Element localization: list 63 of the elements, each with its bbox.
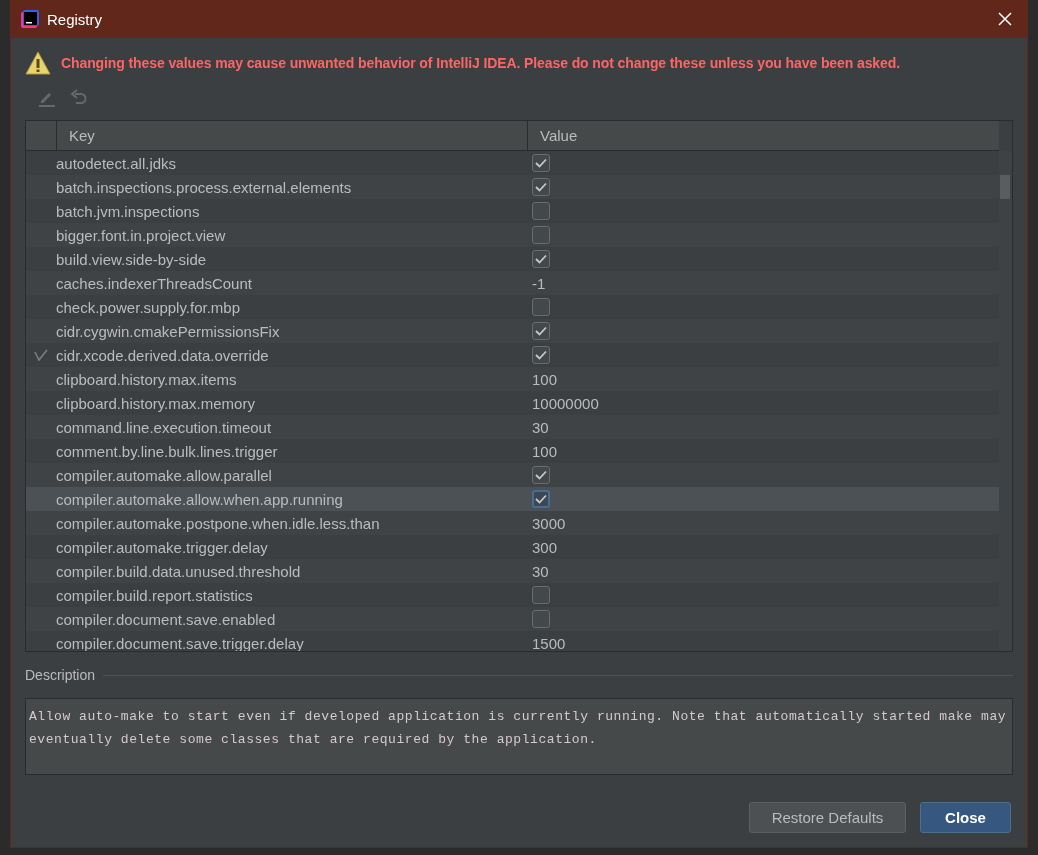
value-checkbox[interactable] bbox=[532, 346, 550, 364]
value-checkbox[interactable] bbox=[532, 586, 550, 604]
window-title: Registry bbox=[47, 10, 103, 28]
key-cell: compiler.automake.postpone.when.idle.less.than bbox=[56, 514, 380, 532]
table-row[interactable]: compiler.automake.allow.when.app.running bbox=[26, 487, 999, 511]
key-cell: clipboard.history.max.memory bbox=[56, 394, 255, 412]
key-cell: bigger.font.in.project.view bbox=[56, 226, 226, 244]
value-cell: 100 bbox=[532, 370, 558, 388]
key-cell: compiler.automake.allow.parallel bbox=[56, 466, 272, 484]
table-row[interactable]: bigger.font.in.project.view bbox=[26, 223, 999, 247]
table-row[interactable]: compiler.document.save.enabled bbox=[26, 607, 999, 631]
warning-message: Changing these values may cause unwanted behavior of IntelliJ IDEA. Please do not change these unless you have been asked. bbox=[61, 55, 900, 71]
value-cell: 1500 bbox=[532, 634, 566, 651]
key-cell: batch.jvm.inspections bbox=[56, 202, 200, 220]
table-row[interactable]: caches.indexerThreadsCount -1 bbox=[26, 271, 999, 295]
warning-icon bbox=[25, 51, 51, 75]
value-checkbox[interactable] bbox=[532, 610, 550, 628]
value-cell: 300 bbox=[532, 538, 558, 556]
value-checkbox[interactable] bbox=[532, 226, 550, 244]
value-checkbox[interactable] bbox=[532, 250, 550, 268]
key-cell: compiler.document.save.trigger.delay bbox=[56, 634, 304, 651]
table-row[interactable]: cidr.cygwin.cmakePermissionsFix bbox=[26, 319, 999, 343]
key-cell: build.view.side-by-side bbox=[56, 250, 207, 268]
key-cell: cidr.cygwin.cmakePermissionsFix bbox=[56, 322, 280, 340]
key-cell: command.line.execution.timeout bbox=[56, 418, 272, 436]
value-cell: -1 bbox=[532, 274, 546, 292]
value-checkbox[interactable] bbox=[532, 298, 550, 316]
key-cell: autodetect.all.jdks bbox=[56, 154, 177, 172]
table-row[interactable]: compiler.build.data.unused.threshold 30 bbox=[26, 559, 999, 583]
key-cell: compiler.automake.trigger.delay bbox=[56, 538, 268, 556]
description-text: Allow auto-make to start even if developed application is currently running. Note that automatically started make may eventually delete some classes that are required by the application. bbox=[29, 708, 1008, 749]
table-row[interactable]: command.line.execution.timeout 30 bbox=[26, 415, 999, 439]
value-cell: 10000000 bbox=[532, 394, 599, 412]
key-cell: clipboard.history.max.items bbox=[56, 370, 237, 388]
table-row[interactable]: compiler.automake.allow.parallel bbox=[26, 463, 999, 487]
close-button[interactable]: Close bbox=[920, 802, 1011, 833]
value-checkbox[interactable] bbox=[532, 202, 550, 220]
key-cell: compiler.document.save.enabled bbox=[56, 610, 276, 628]
column-header[interactable]: Value bbox=[527, 121, 999, 150]
description-label: Description bbox=[25, 667, 96, 683]
value-checkbox[interactable] bbox=[532, 466, 550, 484]
value-checkbox[interactable] bbox=[532, 154, 550, 172]
table-row[interactable]: batch.inspections.process.external.elements bbox=[26, 175, 999, 199]
key-cell: check.power.supply.for.mbp bbox=[56, 298, 240, 316]
value-cell: 30 bbox=[532, 418, 549, 436]
restore-defaults-button[interactable]: Restore Defaults bbox=[749, 802, 906, 833]
key-cell: compiler.build.data.unused.threshold bbox=[56, 562, 301, 580]
value-cell: 3000 bbox=[532, 514, 566, 532]
app-logo-icon bbox=[21, 10, 39, 28]
table-row[interactable]: clipboard.history.max.items 100 bbox=[26, 367, 999, 391]
key-cell: batch.inspections.process.external.elements bbox=[56, 178, 352, 196]
key-cell: cidr.xcode.derived.data.override bbox=[56, 346, 269, 364]
value-checkbox[interactable] bbox=[532, 490, 550, 508]
value-cell: 100 bbox=[532, 442, 558, 460]
key-cell: compiler.build.report.statistics bbox=[56, 586, 253, 604]
column-header[interactable]: Key bbox=[56, 121, 527, 150]
value-checkbox[interactable] bbox=[532, 322, 550, 340]
key-cell: caches.indexerThreadsCount bbox=[56, 274, 252, 292]
value-cell: 30 bbox=[532, 562, 549, 580]
key-cell: compiler.automake.allow.when.app.running bbox=[56, 490, 343, 508]
table-row[interactable]: compiler.automake.postpone.when.idle.less.than 3000 bbox=[26, 511, 999, 535]
value-checkbox[interactable] bbox=[532, 178, 550, 196]
key-cell: comment.by.line.bulk.lines.trigger bbox=[56, 442, 278, 460]
